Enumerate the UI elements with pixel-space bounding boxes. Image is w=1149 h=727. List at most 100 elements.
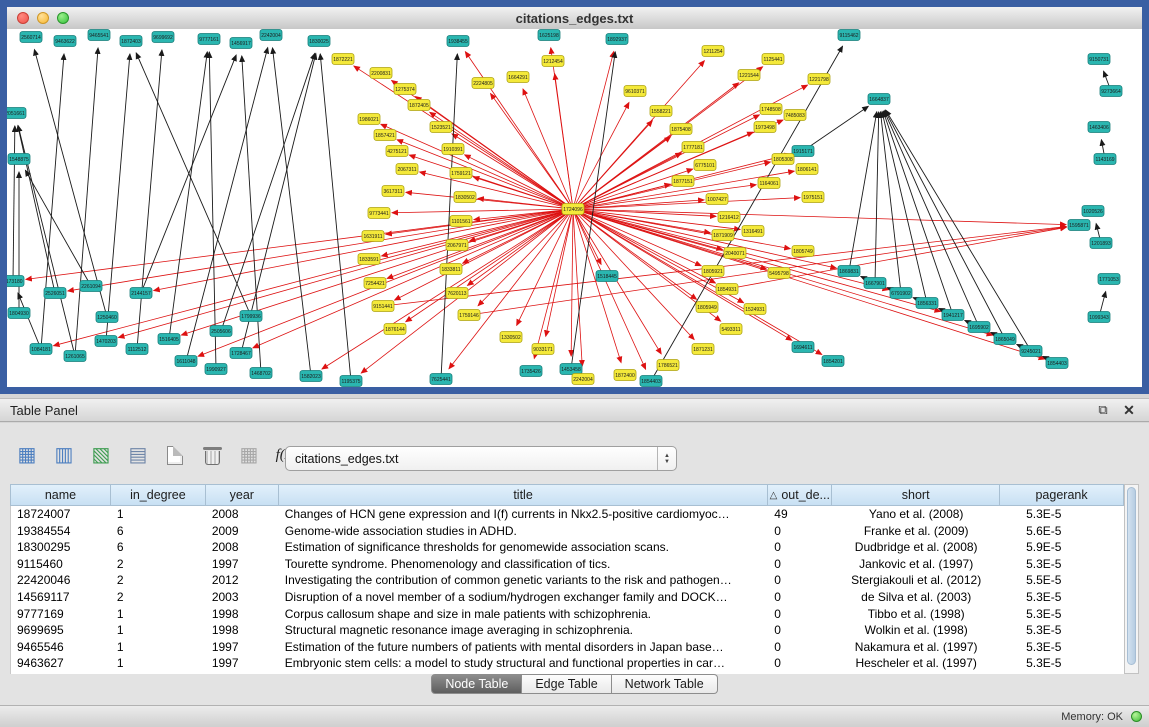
network-node[interactable]: 1330502 (500, 332, 522, 343)
scrollbar-thumb[interactable] (1127, 487, 1136, 665)
network-node[interactable]: 1872400 (614, 370, 636, 381)
table-selector-combobox[interactable]: citations_edges.txt ▲ ▼ (285, 446, 677, 471)
network-node[interactable]: 1805921 (702, 266, 724, 277)
network-node[interactable]: 2526051 (44, 288, 66, 299)
network-node[interactable]: 1221544 (738, 70, 760, 81)
network-node[interactable]: 1804930 (8, 308, 30, 319)
table-row[interactable]: 946362711997Embryonic stem cells: a mode… (11, 655, 1124, 672)
network-node[interactable]: 1941217 (942, 310, 964, 321)
network-node[interactable]: 1805949 (696, 302, 718, 313)
network-node[interactable]: 1084181 (30, 344, 52, 355)
network-node[interactable]: 2051661 (7, 108, 26, 119)
network-node[interactable]: 9273664 (1100, 86, 1122, 97)
network-node[interactable]: 1261065 (64, 351, 86, 362)
network-node[interactable]: 1099343 (1088, 312, 1110, 323)
network-node[interactable]: 1856331 (916, 298, 938, 309)
network-node[interactable]: 2067971 (446, 240, 468, 251)
network-node[interactable]: 1857421 (374, 130, 396, 141)
network-node[interactable]: 9699692 (152, 32, 174, 43)
network-node[interactable]: 1667901 (864, 278, 886, 289)
row-selection-icon[interactable]: ▤ (125, 441, 151, 469)
network-node[interactable]: 1611048 (175, 356, 197, 367)
network-node[interactable]: 1316491 (742, 226, 764, 237)
network-node[interactable]: 1101561 (450, 216, 472, 227)
network-node[interactable]: 2200831 (370, 68, 392, 79)
network-node[interactable]: 1771053 (1098, 274, 1120, 285)
network-node[interactable]: 1020526 (1082, 206, 1104, 217)
network-node[interactable]: 1456917 (230, 38, 252, 49)
network-node[interactable]: 1854403 (640, 376, 662, 387)
network-node[interactable]: 1786521 (657, 360, 679, 371)
network-node[interactable]: 1871231 (692, 344, 714, 355)
network-node[interactable]: 1869831 (838, 266, 860, 277)
new-table-icon[interactable] (162, 441, 188, 469)
network-node[interactable]: 1777181 (682, 142, 704, 153)
column-header-title[interactable]: title (279, 485, 769, 505)
network-node[interactable]: 2505606 (210, 326, 232, 337)
network-node[interactable]: 1973498 (754, 122, 776, 133)
network-node[interactable]: 1463406 (1088, 122, 1110, 133)
network-node[interactable]: 1872221 (332, 54, 354, 65)
network-node[interactable]: 1876144 (384, 324, 406, 335)
network-node[interactable]: 4275121 (386, 146, 408, 157)
network-node[interactable]: 1468702 (250, 368, 272, 379)
network-node[interactable]: 1735426 (520, 366, 542, 377)
network-node[interactable]: 1854403 (1046, 358, 1068, 369)
network-node[interactable]: 1558221 (650, 106, 672, 117)
network-node[interactable]: 1910391 (442, 144, 464, 155)
network-node[interactable]: 9773441 (368, 208, 390, 219)
network-node[interactable]: 1759121 (450, 168, 472, 179)
network-node[interactable]: 1695902 (968, 322, 990, 333)
network-node[interactable]: 1871909 (712, 230, 734, 241)
table-row[interactable]: 1830029562008Estimation of significance … (11, 539, 1124, 556)
network-node[interactable]: 2224805 (472, 78, 494, 89)
show-columns-icon[interactable]: ▥ (51, 441, 77, 469)
network-node[interactable]: 9777161 (198, 34, 220, 45)
network-node[interactable]: 1516405 (158, 334, 180, 345)
network-node[interactable]: 1548875 (8, 154, 30, 165)
table-row[interactable]: 977716911998Corpus callosum shape and si… (11, 606, 1124, 623)
network-node[interactable]: 1877151 (672, 176, 694, 187)
network-node[interactable]: 9465541 (88, 30, 110, 41)
network-node[interactable]: 1892937 (606, 34, 628, 45)
network-node[interactable]: 1724096 (562, 204, 584, 215)
network-node[interactable]: 7625441 (430, 374, 452, 385)
network-node[interactable]: 1806141 (796, 164, 818, 175)
network-node[interactable]: 2242004 (260, 30, 282, 41)
tab-network-table[interactable]: Network Table (612, 674, 718, 694)
network-node[interactable]: 1872403 (120, 36, 142, 47)
network-node[interactable]: 1523521 (430, 122, 452, 133)
network-node[interactable]: 2560714 (20, 32, 42, 43)
network-node[interactable]: 1518445 (596, 271, 618, 282)
network-node[interactable]: 1164061 (758, 178, 780, 189)
network-node[interactable]: 1938455 (447, 36, 469, 47)
network-node[interactable]: 1875408 (670, 124, 692, 135)
network-node[interactable]: 1872405 (408, 100, 430, 111)
network-node[interactable]: 1990927 (205, 364, 227, 375)
network-node[interactable]: 1728467 (230, 348, 252, 359)
close-window-button[interactable] (17, 12, 29, 24)
network-node[interactable]: 1195375 (340, 376, 362, 387)
network-node[interactable]: 9151441 (372, 301, 394, 312)
table-row[interactable]: 2242004622012Investigating the contribut… (11, 572, 1124, 589)
zoom-window-button[interactable] (57, 12, 69, 24)
network-node[interactable]: 3617311 (382, 186, 404, 197)
column-header-year[interactable]: year (206, 485, 279, 505)
network-node[interactable]: 1830502 (454, 192, 476, 203)
network-node[interactable]: 1799936 (240, 311, 262, 322)
network-canvas[interactable]: 2560714946362294655411872403969969297771… (7, 29, 1142, 387)
column-header-short[interactable]: short (832, 485, 1000, 505)
float-panel-icon[interactable]: ⧉ (1093, 401, 1113, 419)
network-node[interactable]: 7254421 (364, 278, 386, 289)
table-mode-icon[interactable]: ▦ (14, 441, 40, 469)
window-titlebar[interactable]: citations_edges.txt (7, 7, 1142, 30)
delete-table-icon[interactable] (199, 441, 225, 469)
network-node[interactable]: 1275374 (394, 84, 416, 95)
network-node[interactable]: 1805749 (792, 246, 814, 257)
column-header-pagerank[interactable]: pagerank (1000, 485, 1124, 505)
network-node[interactable]: 1216412 (718, 212, 740, 223)
network-node[interactable]: 2040071 (724, 248, 746, 259)
table-row[interactable]: 1938455462009Genome-wide association stu… (11, 523, 1124, 540)
network-node[interactable]: 2067311 (396, 164, 418, 175)
network-node[interactable]: 1125441 (762, 54, 784, 65)
